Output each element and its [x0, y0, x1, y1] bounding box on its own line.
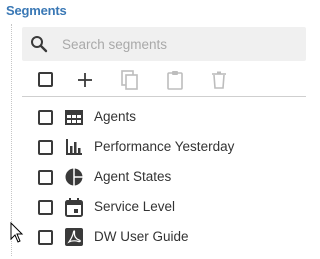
- table-icon: [64, 107, 84, 127]
- segment-label: DW User Guide: [94, 229, 189, 244]
- section-title[interactable]: Segments: [6, 3, 67, 18]
- list-item[interactable]: Agent States: [0, 162, 315, 192]
- mouse-cursor-icon: [10, 221, 24, 244]
- add-button[interactable]: [74, 69, 96, 91]
- select-all-checkbox[interactable]: [38, 72, 53, 87]
- row-checkbox[interactable]: [38, 110, 53, 125]
- row-checkbox[interactable]: [38, 200, 53, 215]
- segment-label: Service Level: [94, 199, 176, 214]
- plus-icon: [78, 73, 92, 87]
- calendar-icon: [64, 197, 84, 217]
- copy-icon: [121, 70, 138, 90]
- segment-label: Performance Yesterday: [94, 139, 235, 154]
- row-checkbox[interactable]: [38, 170, 53, 185]
- pie-chart-icon: [64, 167, 84, 187]
- clipboard-icon: [167, 71, 183, 90]
- list-item[interactable]: Performance Yesterday: [0, 132, 315, 162]
- pdf-icon: [64, 227, 84, 247]
- search-icon: [30, 35, 48, 53]
- toolbar-divider: [22, 96, 306, 97]
- bar-chart-icon: [64, 137, 84, 157]
- trash-icon: [212, 71, 226, 89]
- search-bar[interactable]: [22, 27, 306, 61]
- segments-panel: Segments Search segments Agents Performa…: [0, 0, 315, 259]
- list-item[interactable]: Agents: [0, 102, 315, 132]
- toolbar: [22, 66, 306, 97]
- row-checkbox[interactable]: [38, 230, 53, 245]
- segment-label: Agent States: [94, 169, 172, 184]
- copy-button[interactable]: [119, 69, 141, 91]
- delete-button[interactable]: [208, 69, 230, 91]
- paste-button[interactable]: [164, 69, 186, 91]
- list-item[interactable]: Service Level: [0, 192, 315, 222]
- list-item[interactable]: DW User Guide: [0, 222, 315, 252]
- search-input[interactable]: [62, 33, 292, 55]
- row-checkbox[interactable]: [38, 140, 53, 155]
- segment-label: Agents: [94, 109, 137, 124]
